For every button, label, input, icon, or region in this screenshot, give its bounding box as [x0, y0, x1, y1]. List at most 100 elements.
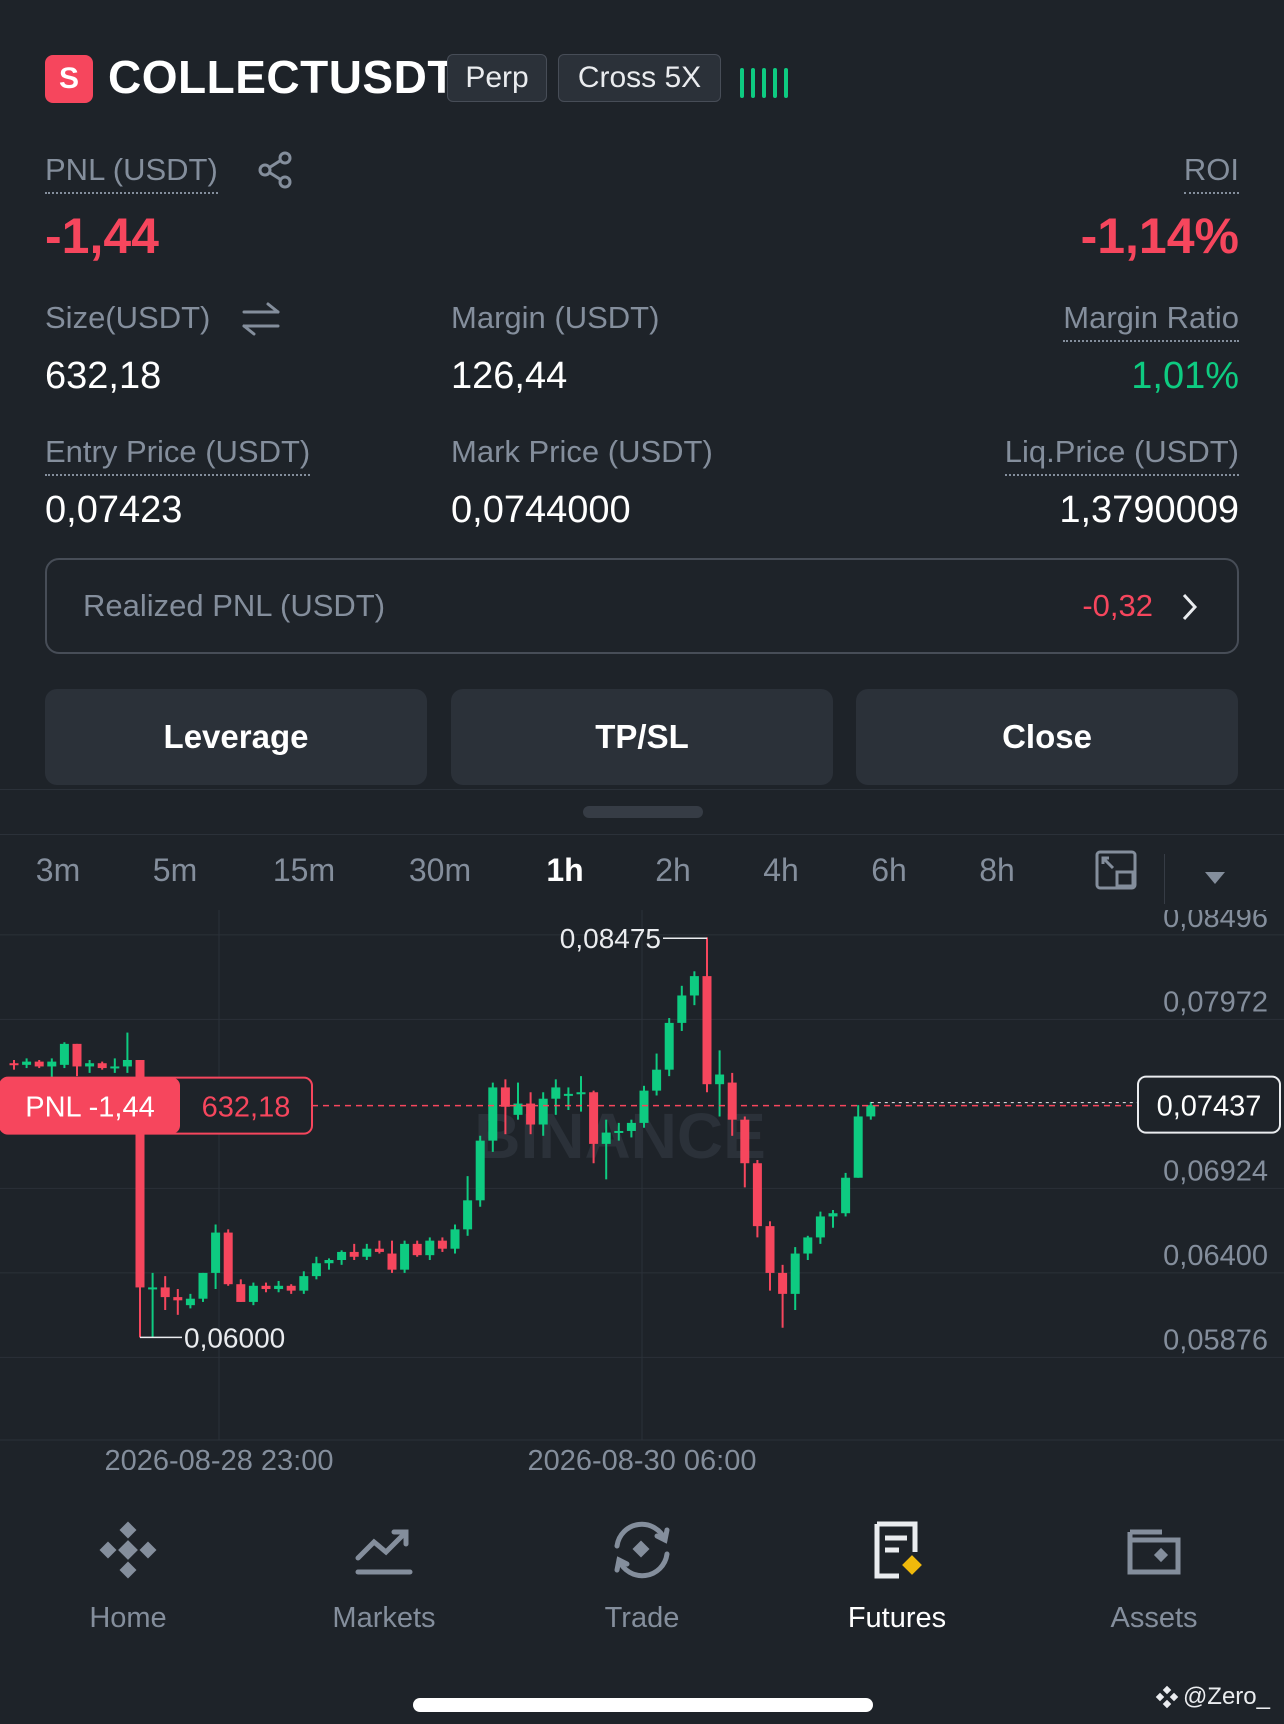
timeframe-30m[interactable]: 30m: [409, 852, 471, 889]
candle-body: [715, 1074, 725, 1085]
nav-home-label: Home: [89, 1602, 167, 1634]
candle-body: [563, 1093, 573, 1096]
home-indicator: [413, 1698, 873, 1712]
candle-body: [702, 976, 712, 1085]
position-pnl-label: PNL -1,44: [25, 1092, 155, 1124]
candle-body: [526, 1103, 536, 1125]
timeframe-5m[interactable]: 5m: [153, 852, 197, 889]
candle-body: [34, 1061, 44, 1067]
entry-price-label[interactable]: Entry Price (USDT): [45, 434, 311, 476]
home-icon: [28, 1510, 228, 1590]
candle-body: [400, 1243, 410, 1270]
timeframe-4h[interactable]: 4h: [763, 852, 799, 889]
nav-markets[interactable]: Markets: [284, 1510, 484, 1635]
tpsl-button[interactable]: TP/SL: [451, 689, 833, 785]
divider: [0, 834, 1284, 835]
y-tick-label: 0,07972: [1163, 986, 1268, 1018]
current-price-label: 0,07437: [1157, 1091, 1262, 1123]
x-tick-label: 2026-08-28 23:00: [105, 1445, 334, 1470]
roi-label[interactable]: ROI: [1183, 152, 1239, 194]
candle-body: [551, 1087, 561, 1099]
nav-futures[interactable]: Futures: [797, 1510, 997, 1635]
assets-icon: [1054, 1510, 1254, 1590]
candle-body: [488, 1087, 498, 1141]
markets-icon: [284, 1510, 484, 1590]
fullscreen-chart-icon[interactable]: [1095, 850, 1139, 897]
candlestick-chart[interactable]: BINANCE 0,084960,079720,069240,064000,05…: [0, 910, 1284, 1470]
candle-body: [412, 1243, 422, 1256]
timeframe-15m[interactable]: 15m: [273, 852, 335, 889]
candle-body: [148, 1287, 158, 1290]
candle-body: [841, 1177, 851, 1214]
symbol-name[interactable]: COLLECTUSDT: [108, 50, 456, 104]
size-value: 632,18: [45, 355, 162, 397]
candle-body: [248, 1285, 258, 1302]
symbol-badge: S: [45, 55, 93, 103]
candle-body: [727, 1082, 737, 1120]
candle-body: [261, 1285, 271, 1290]
size-label: Size(USDT): [45, 300, 211, 335]
candle-body: [589, 1092, 599, 1144]
candle-body: [59, 1043, 69, 1065]
margin-label: Margin (USDT): [451, 300, 660, 335]
candle-body: [223, 1232, 233, 1285]
candle-body: [274, 1285, 284, 1290]
close-position-button[interactable]: Close: [856, 689, 1238, 785]
candle-body: [828, 1213, 838, 1217]
leverage-button[interactable]: Leverage: [45, 689, 427, 785]
nav-assets[interactable]: Assets: [1054, 1510, 1254, 1635]
liq-price-value: 1,3790009: [1059, 489, 1239, 531]
share-icon[interactable]: [255, 150, 295, 195]
candle-body: [299, 1276, 309, 1291]
timeframe-6h[interactable]: 6h: [871, 852, 907, 889]
divider: [1164, 854, 1165, 904]
candle-body: [437, 1240, 447, 1249]
candle-body: [689, 976, 699, 996]
position-size-label: 632,18: [202, 1092, 291, 1124]
futures-icon: [797, 1510, 997, 1590]
chevron-down-icon[interactable]: [1203, 870, 1227, 891]
perp-tag: Perp: [447, 54, 547, 102]
timeframe-1h[interactable]: 1h: [546, 852, 583, 889]
timeframe-2h[interactable]: 2h: [655, 852, 691, 889]
y-tick-label: 0,05876: [1163, 1324, 1268, 1356]
user-watermark: @Zero_: [1155, 1683, 1270, 1711]
timeframe-3m[interactable]: 3m: [36, 852, 80, 889]
realized-pnl-row[interactable]: Realized PNL (USDT) -0,32: [45, 558, 1239, 654]
candle-body: [72, 1043, 82, 1067]
pnl-value: -1,44: [45, 208, 159, 264]
drag-handle[interactable]: [583, 806, 703, 818]
candle-body: [639, 1090, 649, 1123]
y-tick-label: 0,08496: [1163, 910, 1268, 934]
candle-body: [463, 1200, 473, 1230]
nav-home[interactable]: Home: [28, 1510, 228, 1635]
candle-body: [160, 1287, 170, 1298]
candle-body: [475, 1140, 485, 1201]
chevron-right-icon: [1179, 590, 1201, 629]
pnl-label[interactable]: PNL (USDT): [45, 152, 218, 194]
bar-signal-icon: [740, 60, 788, 98]
candle-body: [538, 1098, 548, 1125]
nav-trade[interactable]: Trade: [542, 1510, 742, 1635]
margin-ratio-label[interactable]: Margin Ratio: [1063, 300, 1239, 342]
candle-body: [425, 1240, 435, 1256]
nav-futures-label: Futures: [847, 1602, 947, 1634]
margin-ratio-value: 1,01%: [1131, 355, 1239, 397]
candle-body: [47, 1061, 57, 1067]
candle-body: [601, 1132, 611, 1144]
candle-body: [815, 1216, 825, 1238]
candle-body: [803, 1237, 813, 1254]
liq-price-label[interactable]: Liq.Price (USDT): [1004, 434, 1239, 476]
candle-body: [97, 1063, 107, 1069]
nav-markets-label: Markets: [332, 1602, 436, 1634]
realized-pnl-value: -0,32: [1082, 588, 1153, 623]
candle-body: [765, 1226, 775, 1273]
candle-body: [173, 1297, 183, 1301]
margin-mode-tag[interactable]: Cross 5X: [558, 54, 721, 102]
candle-body: [337, 1251, 347, 1260]
candle-body: [85, 1063, 95, 1067]
candle-body: [790, 1253, 800, 1294]
candle-body: [9, 1063, 19, 1066]
timeframe-8h[interactable]: 8h: [979, 852, 1015, 889]
swap-arrows-icon[interactable]: [240, 300, 282, 343]
